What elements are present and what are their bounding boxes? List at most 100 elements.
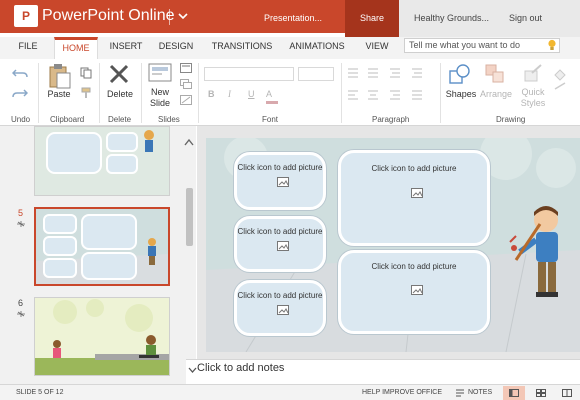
placeholder-prompt: Click icon to add picture bbox=[371, 262, 457, 271]
group-separator bbox=[341, 63, 342, 123]
current-slide-canvas[interactable]: Click icon to add picture Click icon to … bbox=[206, 138, 580, 352]
insert-picture-icon[interactable] bbox=[411, 188, 423, 198]
tab-home[interactable]: HOME bbox=[54, 37, 98, 59]
tab-view[interactable]: VIEW bbox=[358, 37, 396, 59]
insert-picture-icon[interactable] bbox=[277, 177, 289, 187]
group-label-font: Font bbox=[262, 115, 279, 124]
font-size-select[interactable] bbox=[298, 67, 334, 81]
group-label-slides: Slides bbox=[158, 115, 180, 124]
slide-sorter-view-button[interactable] bbox=[530, 386, 552, 400]
group-label-drawing: Drawing bbox=[496, 115, 526, 124]
transition-star-icon bbox=[17, 311, 25, 317]
tab-transitions[interactable]: TRANSITIONS bbox=[206, 37, 278, 59]
tab-design[interactable]: DESIGN bbox=[154, 37, 198, 59]
arrange-icon[interactable] bbox=[484, 63, 506, 85]
paste-icon[interactable] bbox=[48, 63, 72, 89]
format-painter-icon[interactable] bbox=[80, 87, 92, 99]
undo-icon[interactable] bbox=[12, 67, 28, 79]
slide-thumbnail-6-preview-icon bbox=[35, 298, 169, 375]
chevron-down-icon[interactable] bbox=[176, 9, 190, 23]
group-label-delete: Delete bbox=[108, 115, 132, 124]
bold-button[interactable]: B bbox=[208, 89, 215, 99]
delete-x-icon[interactable] bbox=[108, 63, 130, 85]
quick-styles-line2: Styles bbox=[520, 98, 546, 108]
ribbon: Undo Paste Clipboard Delete Delete New S… bbox=[0, 59, 580, 126]
quick-styles-line1: Quick bbox=[521, 87, 545, 97]
chevron-down-icon[interactable] bbox=[188, 366, 197, 374]
group-label-paragraph: Paragraph bbox=[372, 115, 410, 124]
status-bar: SLIDE 5 OF 12 HELP IMPROVE OFFICE NOTES bbox=[0, 384, 580, 400]
font-color-button[interactable]: A bbox=[266, 89, 272, 99]
italic-button[interactable]: I bbox=[228, 89, 231, 99]
picture-placeholder-4[interactable]: Click icon to add picture bbox=[338, 150, 490, 246]
new-slide-icon[interactable] bbox=[148, 63, 172, 83]
help-improve-office-link[interactable]: HELP IMPROVE OFFICE bbox=[362, 389, 442, 396]
layout-icon[interactable] bbox=[180, 63, 192, 73]
notes-pane[interactable]: Click to add notes bbox=[186, 359, 580, 384]
new-slide-label-line2: Slide bbox=[149, 98, 170, 108]
insert-picture-icon[interactable] bbox=[277, 305, 289, 315]
new-slide-button[interactable]: New Slide bbox=[144, 87, 176, 109]
slide-thumbnail-5-preview-icon bbox=[36, 209, 168, 284]
document-name[interactable]: Presentation... bbox=[264, 13, 322, 23]
notes-icon[interactable] bbox=[455, 389, 465, 397]
powerpoint-logo-icon[interactable]: P bbox=[14, 5, 38, 27]
font-family-select[interactable] bbox=[204, 67, 294, 81]
shape-fill-outline-icon[interactable] bbox=[552, 67, 568, 97]
duplicate-slide-icon[interactable] bbox=[180, 79, 192, 89]
slide-thumbnail-4[interactable] bbox=[34, 126, 170, 196]
slide-thumbnail-pane[interactable]: 5 6 bbox=[0, 126, 196, 384]
new-slide-label-line1: New bbox=[150, 87, 169, 97]
normal-view-button[interactable] bbox=[503, 386, 525, 400]
placeholder-prompt: Click icon to add picture bbox=[371, 164, 457, 173]
quick-styles-icon[interactable] bbox=[522, 63, 544, 85]
tab-insert[interactable]: INSERT bbox=[104, 37, 148, 59]
tab-animations[interactable]: ANIMATIONS bbox=[284, 37, 350, 59]
group-separator bbox=[198, 63, 199, 123]
chevron-up-icon[interactable] bbox=[184, 138, 194, 146]
quick-styles-button[interactable]: Quick Styles bbox=[516, 87, 550, 109]
copy-icon[interactable] bbox=[80, 67, 92, 79]
slide-thumbnail-5[interactable] bbox=[34, 207, 170, 286]
placeholder-prompt: Click icon to add picture bbox=[237, 163, 323, 172]
tab-file[interactable]: FILE bbox=[10, 37, 46, 59]
insert-picture-icon[interactable] bbox=[277, 241, 289, 251]
tell-me-search-input[interactable]: Tell me what you want to do bbox=[404, 38, 560, 53]
group-separator bbox=[99, 63, 100, 123]
slide-pane-scrollbar[interactable] bbox=[183, 126, 196, 384]
redo-icon[interactable] bbox=[12, 87, 28, 99]
slide-thumbnail-4-preview-icon bbox=[35, 127, 169, 195]
picture-placeholder-1[interactable]: Click icon to add picture bbox=[234, 152, 326, 210]
shapes-icon[interactable] bbox=[448, 63, 472, 85]
slide-indicator: SLIDE 5 OF 12 bbox=[16, 389, 64, 396]
slide-thumbnail-6[interactable] bbox=[34, 297, 170, 376]
insert-picture-icon[interactable] bbox=[411, 285, 423, 295]
delete-button[interactable]: Delete bbox=[104, 89, 136, 99]
notes-toggle-button[interactable]: NOTES bbox=[468, 389, 492, 396]
notes-placeholder[interactable]: Click to add notes bbox=[197, 362, 284, 374]
account-area: Healthy Grounds... Sign out bbox=[399, 0, 580, 37]
shapes-button[interactable]: Shapes bbox=[444, 89, 478, 99]
user-name[interactable]: Healthy Grounds... bbox=[414, 13, 489, 23]
slide-pane-scroll-thumb[interactable] bbox=[186, 188, 193, 246]
title-divider bbox=[169, 9, 170, 25]
share-button[interactable]: Share bbox=[345, 0, 399, 37]
list-buttons-icon[interactable] bbox=[346, 67, 436, 79]
arrange-button[interactable]: Arrange bbox=[478, 89, 514, 99]
reading-view-button[interactable] bbox=[556, 386, 578, 400]
picture-placeholder-2[interactable]: Click icon to add picture bbox=[234, 216, 326, 272]
group-separator bbox=[38, 63, 39, 123]
placeholder-prompt: Click icon to add picture bbox=[237, 291, 323, 300]
placeholder-prompt: Click icon to add picture bbox=[237, 227, 323, 236]
hide-slide-icon[interactable] bbox=[180, 95, 192, 105]
picture-placeholder-5[interactable]: Click icon to add picture bbox=[338, 250, 490, 334]
align-buttons-icon[interactable] bbox=[346, 89, 436, 101]
font-color-bar-icon bbox=[266, 101, 278, 104]
sign-out-link[interactable]: Sign out bbox=[509, 13, 542, 23]
group-separator bbox=[141, 63, 142, 123]
paste-button[interactable]: Paste bbox=[44, 89, 74, 99]
picture-placeholder-3[interactable]: Click icon to add picture bbox=[234, 280, 326, 336]
underline-button[interactable]: U bbox=[248, 89, 255, 99]
app-title[interactable]: PowerPoint Online bbox=[42, 7, 175, 25]
slide-number-5: 5 bbox=[18, 208, 24, 218]
